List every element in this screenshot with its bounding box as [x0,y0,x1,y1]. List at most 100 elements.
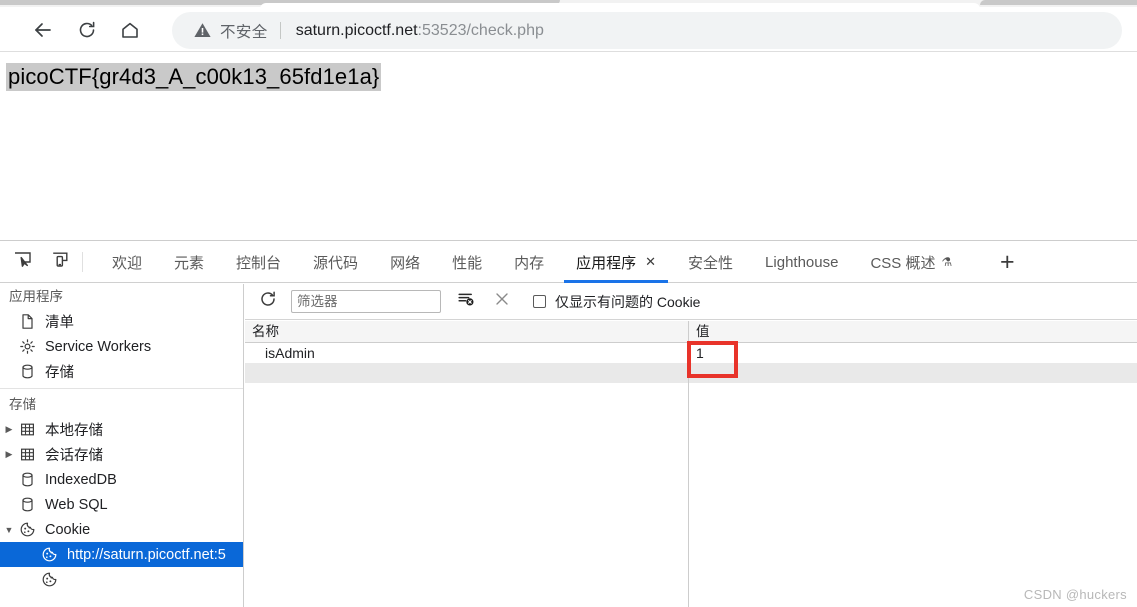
browser-chrome: 不安全 saturn.picoctf.net:53523/check.php [0,0,1137,55]
sidebar-item-item[interactable] [0,567,243,592]
grid-icon [18,445,37,464]
table-row[interactable]: isAdmin1 [245,343,1137,363]
tab-label: Lighthouse [765,254,838,271]
address-bar[interactable]: 不安全 saturn.picoctf.net:53523/check.php [172,12,1122,49]
watermark: CSDN @huckers [1024,587,1127,602]
inspect-element-button[interactable] [10,251,34,273]
cookie-filter-input[interactable] [291,290,441,313]
tab-label: CSS 概述 [870,252,935,273]
cookie-table-empty-area [245,383,1137,607]
sidebar-item-清单[interactable]: 清单 [0,309,243,334]
chevron-right-icon[interactable]: ▶ [2,424,16,435]
cookie-toolbar: 仅显示有问题的 Cookie [245,284,1137,320]
experiment-flask-icon: ⚗ [941,255,952,269]
sidebar-item-indexeddb[interactable]: IndexedDB [0,467,243,492]
sidebar-item-本地存储[interactable]: ▶ 本地存储 [0,417,243,442]
add-panel-button[interactable]: + [990,241,1025,283]
tab-label: 性能 [452,252,482,273]
close-x-icon [493,290,511,313]
column-divider[interactable] [688,383,689,607]
tab-元素[interactable]: 元素 [158,241,220,283]
home-icon [120,20,140,40]
back-button[interactable] [28,15,58,45]
tab-label: 元素 [174,252,204,273]
tab-lighthouse[interactable]: Lighthouse [749,241,854,283]
sidebar-item-label: 存储 [45,361,74,382]
database-icon [18,470,37,489]
cookie-value-cell[interactable]: 1 [688,343,1137,363]
table-row-empty[interactable] [245,363,1137,383]
device-toolbar-button[interactable] [48,251,72,273]
chevron-down-icon[interactable]: ▼ [2,525,16,535]
tab-源代码[interactable]: 源代码 [297,241,374,283]
cookie-name-cell[interactable]: isAdmin [245,343,688,363]
sidebar-item-http-saturn-picoctf-net-5[interactable]: http://saturn.picoctf.net:5 [0,542,243,567]
home-button[interactable] [115,15,145,45]
reload-button[interactable] [72,15,102,45]
url-host: saturn.picoctf.net [296,22,418,39]
flag-text: picoCTF{gr4d3_A_c00k13_65fd1e1a} [6,63,381,91]
tab-css-概述[interactable]: CSS 概述 ⚗ [854,241,968,283]
sidebar-item-label: http://saturn.picoctf.net:5 [67,547,226,563]
clear-all-cookies-button[interactable] [491,291,513,313]
cookie-icon [40,570,59,589]
security-status-label: 不安全 [220,20,268,42]
empty-cell [245,363,688,383]
tab-欢迎[interactable]: 欢迎 [96,241,158,283]
sidebar-section-title: 应用程序 [0,284,243,309]
grid-icon [18,420,37,439]
tab-性能[interactable]: 性能 [436,241,498,283]
column-header-value[interactable]: 值 [688,321,1137,343]
sidebar-item-label: 清单 [45,311,74,332]
devtools-panel: 欢迎元素控制台源代码网络性能内存应用程序✕安全性LighthouseCSS 概述… [0,240,1137,606]
sidebar-item-存储[interactable]: 存储 [0,359,243,384]
tab-label: 欢迎 [112,252,142,273]
tab-label: 源代码 [313,252,358,273]
omnibox-divider [280,22,281,39]
tab-网络[interactable]: 网络 [374,241,436,283]
tab-close-icon[interactable]: ✕ [645,254,656,270]
database-icon [18,495,37,514]
cookie-table-rows: isAdmin1 [245,343,1137,383]
url-path: :53523/check.php [418,22,544,39]
tab-label: 内存 [514,252,544,273]
database-icon [18,362,37,381]
sidebar-section-title: 存储 [0,392,243,417]
problem-cookies-checkbox[interactable] [533,295,546,308]
refresh-button[interactable] [257,291,279,313]
devtools-tab-bar: 欢迎 元素控制台源代码网络性能 内存应用程序✕ 安全性 Lighthouse CSS 概述… [0,241,1137,283]
column-header-name[interactable]: 名称 [245,321,279,343]
gear-icon [18,337,37,356]
tab-应用程序[interactable]: 应用程序✕ [560,241,672,283]
device-toolbar-icon [51,250,70,274]
browser-tab-strip [0,0,1137,7]
warning-triangle-icon [193,21,212,40]
devtools-body: 应用程序清单Service Workers存储存储▶本地存储▶会话存储Index… [0,284,1137,607]
address-bar-url: saturn.picoctf.net:53523/check.php [296,22,544,40]
background-tab[interactable] [980,0,1137,5]
tab-安全性[interactable]: 安全性 [672,241,749,283]
empty-cell [688,363,1137,383]
cookie-panel: 仅显示有问题的 Cookie 名称 值 isAdmin1 [245,284,1137,607]
cookie-icon [18,520,37,539]
sidebar-item-label: IndexedDB [45,472,117,488]
page-viewport: picoCTF{gr4d3_A_c00k13_65fd1e1a} [0,53,1137,240]
sidebar-item-cookie[interactable]: ▼ Cookie [0,517,243,542]
sidebar-item-label: Cookie [45,522,90,538]
cookie-table-header: 名称 值 [245,321,1137,343]
sidebar-item-会话存储[interactable]: ▶ 会话存储 [0,442,243,467]
tab-控制台[interactable]: 控制台 [220,241,297,283]
tab-内存[interactable]: 内存 [498,241,560,283]
sidebar-item-service-workers[interactable]: Service Workers [0,334,243,359]
sidebar-item-label: 会话存储 [45,444,103,465]
sidebar-item-web-sql[interactable]: Web SQL [0,492,243,517]
problem-cookies-toggle[interactable]: 仅显示有问题的 Cookie [533,292,700,312]
clear-filter-button[interactable] [455,291,477,313]
tab-label: 安全性 [688,252,733,273]
sidebar-item-label: 本地存储 [45,419,103,440]
back-arrow-icon [32,19,54,41]
chevron-right-icon[interactable]: ▶ [2,449,16,460]
document-icon [18,312,37,331]
cookie-icon [40,545,59,564]
refresh-icon [259,290,277,313]
